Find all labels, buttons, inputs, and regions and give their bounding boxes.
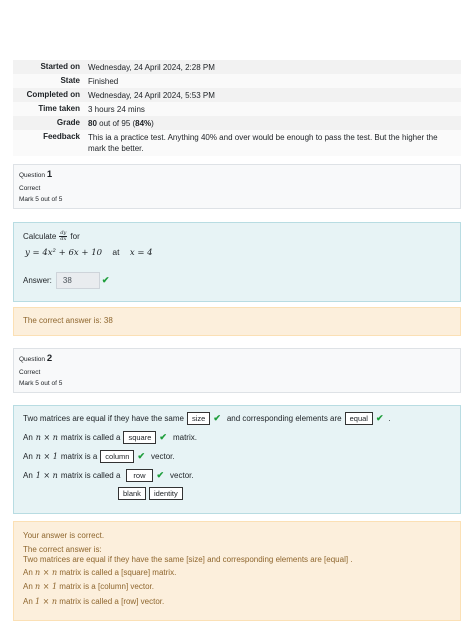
grade-mark: 80 — [88, 119, 97, 128]
state-label: State — [60, 76, 80, 85]
feedback-correct: Your answer is correct. — [23, 531, 105, 540]
drop-zone-row[interactable]: row — [126, 469, 153, 482]
grade-percent: 84% — [135, 119, 152, 128]
question-1-mark: Mark 5 out of 5 — [19, 196, 63, 203]
correct-tick-icon: ✔ — [156, 470, 165, 480]
feedback-line-3: An n × 1 matrix is a [column] vector. — [23, 582, 154, 591]
correct-tick-icon: ✔ — [213, 413, 221, 423]
grade-close: ) — [151, 119, 154, 128]
drop-zone-equal[interactable]: equal — [344, 412, 373, 425]
q2-line-4: An 1 × n matrix is called a row ✔ vector… — [23, 469, 194, 482]
time-value: 3 hours 24 mins — [88, 105, 145, 114]
question-1-info: Question 1 Correct Mark 5 out of 5 — [13, 164, 461, 209]
question-2-info: Question 2 Correct Mark 5 out of 5 — [13, 348, 461, 393]
drag-option-identity[interactable]: identity — [148, 487, 183, 500]
question-1-formulation: Calculate dy dx for y = 4x² + 6x + 10 at… — [13, 222, 461, 302]
q2-line-1: Two matrices are equal if they have the … — [23, 412, 391, 425]
feedback-line-4: An 1 × n matrix is called a [row] vector… — [23, 596, 165, 606]
summary-row-time: Time taken 3 hours 24 mins — [13, 102, 461, 116]
feedback-value: This ia a practice test. Anything 40% an… — [88, 133, 438, 153]
summary-row-feedback: Feedback This ia a practice test. Anythi… — [13, 130, 461, 156]
question-2-mark: Mark 5 out of 5 — [19, 380, 63, 387]
drop-zone-column[interactable]: column — [100, 450, 135, 463]
summary-row-completed: Completed on Wednesday, 24 April 2024, 5… — [13, 88, 461, 102]
correct-tick-icon: ✔ — [159, 432, 167, 442]
question-1-correct-answer: The correct answer is: 38 — [23, 316, 113, 325]
completed-label: Completed on — [26, 90, 80, 99]
feedback-heading: The correct answer is: — [23, 544, 102, 554]
equation: y = 4x² + 6x + 10 — [25, 248, 103, 258]
time-label: Time taken — [38, 104, 80, 113]
drop-zone-square[interactable]: square — [123, 431, 157, 444]
started-label: Started on — [40, 62, 80, 71]
summary-row-grade: Grade 80 out of 95 (84%) — [13, 116, 461, 130]
question-2-status: Correct — [19, 369, 41, 376]
drag-option-blank[interactable]: blank — [118, 487, 146, 500]
feedback-line-2: An n × n matrix is called a [square] mat… — [23, 567, 177, 577]
started-value: Wednesday, 24 April 2024, 2:28 PM — [88, 63, 215, 72]
answer-label: Answer: — [23, 276, 52, 285]
correct-tick-icon: ✔ — [101, 275, 110, 285]
condition: x = 4 — [129, 248, 153, 258]
grade-value: 80 out of 95 (84%) — [84, 116, 461, 130]
correct-tick-icon: ✔ — [375, 413, 384, 423]
question-1-equation-line: y = 4x² + 6x + 10 at x = 4 — [25, 247, 153, 258]
answer-input[interactable]: 38 — [55, 272, 100, 289]
grade-text: out of 95 ( — [96, 119, 136, 128]
question-2-formulation: Two matrices are equal if they have the … — [13, 405, 461, 514]
summary-row-state: State Finished — [13, 74, 461, 88]
summary-row-started: Started on Wednesday, 24 April 2024, 2:2… — [13, 60, 461, 74]
drag-options: blank identity — [118, 487, 183, 500]
question-1-feedback: The correct answer is: 38 — [13, 307, 461, 336]
q2-line-2: An n × n matrix is called a square ✔ mat… — [23, 431, 197, 444]
question-2-feedback: Your answer is correct. The correct answ… — [13, 521, 461, 621]
correct-tick-icon: ✔ — [137, 451, 146, 461]
question-2-number: Question 2 — [19, 353, 53, 364]
question-1-status: Correct — [19, 185, 41, 192]
answer-row: Answer: 38 ✔ — [23, 272, 109, 289]
feedback-label: Feedback — [43, 132, 80, 141]
drop-zone-size[interactable]: size — [186, 412, 211, 425]
quiz-summary-table: Started on Wednesday, 24 April 2024, 2:2… — [13, 60, 461, 156]
question-1-number: Question 1 — [19, 169, 53, 180]
completed-value: Wednesday, 24 April 2024, 5:53 PM — [88, 91, 215, 100]
q2-line-3: An n × 1 matrix is a column ✔ vector. — [23, 450, 175, 463]
grade-label: Grade — [56, 118, 80, 127]
question-1-prompt: Calculate dy dx for — [23, 230, 80, 242]
derivative-fraction: dy dx — [59, 230, 68, 242]
state-value: Finished — [88, 77, 119, 86]
feedback-line-1: Two matrices are equal if they have the … — [23, 554, 353, 564]
